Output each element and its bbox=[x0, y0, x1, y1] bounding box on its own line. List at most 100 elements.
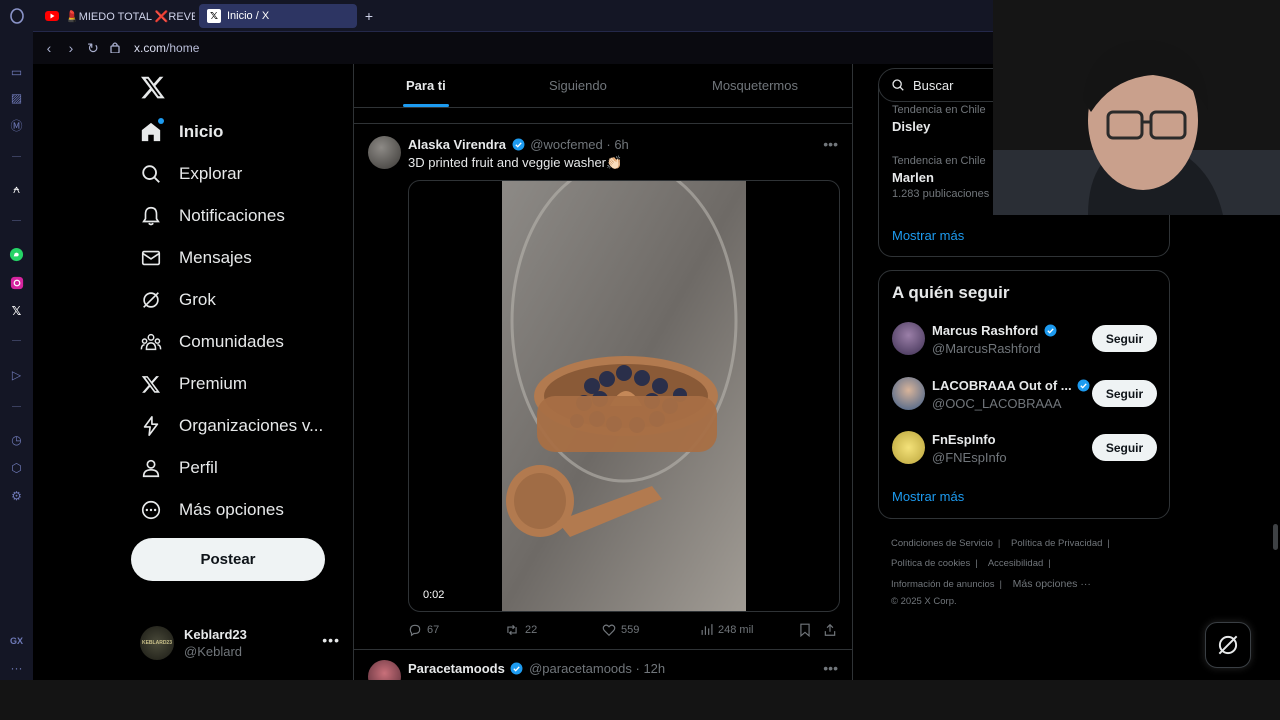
account-handle: @Keblard bbox=[184, 644, 243, 659]
twitch-icon[interactable]: ▨ bbox=[8, 89, 25, 106]
footer-link[interactable]: Accesibilidad bbox=[988, 558, 1043, 569]
follow-button[interactable]: Seguir bbox=[1092, 434, 1157, 461]
whatsapp-icon[interactable] bbox=[8, 246, 25, 263]
video-frame[interactable] bbox=[502, 181, 746, 612]
bottom-bar bbox=[0, 680, 1280, 720]
sidebar-more-icon[interactable]: ··· bbox=[8, 659, 25, 676]
footer-link[interactable]: Información de anuncios bbox=[891, 579, 995, 590]
nav-more-options[interactable]: Más opciones bbox=[139, 495, 284, 525]
like-button[interactable]: 559 bbox=[602, 623, 639, 637]
gx-label[interactable]: GX bbox=[8, 632, 25, 649]
tab-for-you[interactable]: Para ti bbox=[406, 78, 446, 93]
user-name[interactable]: Marcus Rashford bbox=[932, 323, 1059, 338]
m-app-icon[interactable]: Ⓜ bbox=[8, 117, 25, 134]
forward-icon[interactable]: › bbox=[60, 40, 82, 56]
account-name: Keblard23 bbox=[184, 627, 247, 642]
feed-tabs: Para ti Siguiendo Mosquetermos bbox=[354, 64, 852, 108]
tweet-actions: 67 22 559 248 mil bbox=[408, 623, 840, 641]
nav-notifications[interactable]: Notificaciones bbox=[139, 201, 285, 231]
nav-communities[interactable]: Comunidades bbox=[139, 327, 284, 357]
verified-badge-icon bbox=[510, 662, 523, 675]
follow-button[interactable]: Seguir bbox=[1092, 380, 1157, 407]
back-icon[interactable]: ‹ bbox=[38, 40, 60, 56]
tweet-video[interactable]: 0:02 bbox=[408, 180, 840, 612]
footer-more-options[interactable]: Más opciones ··· bbox=[1013, 578, 1091, 590]
avatar: KEBLARD23 bbox=[140, 626, 174, 660]
page-scrollbar[interactable] bbox=[1273, 524, 1278, 550]
tweet-time[interactable]: · 6h bbox=[606, 137, 628, 152]
user-name[interactable]: LACOBRAAA Out of ... bbox=[932, 378, 1092, 393]
nav-home[interactable]: Inicio bbox=[139, 117, 223, 147]
bookmark-button[interactable] bbox=[799, 623, 816, 637]
views-button[interactable]: 248 mil bbox=[700, 623, 753, 636]
tab-youtube[interactable]: 💄MIEDO TOTAL ❌REVE bbox=[37, 4, 195, 28]
retweet-button[interactable]: 22 bbox=[504, 623, 537, 637]
instagram-icon[interactable] bbox=[8, 274, 25, 291]
avatar[interactable] bbox=[892, 377, 925, 410]
x-logo-icon[interactable] bbox=[140, 74, 166, 100]
extensions-icon[interactable]: ⬡ bbox=[8, 459, 25, 476]
tab-x-home[interactable]: 𝕏 Inicio / X bbox=[199, 4, 357, 28]
user-name[interactable]: FnEspInfo bbox=[932, 432, 996, 447]
search-icon bbox=[892, 79, 904, 91]
reply-button[interactable]: 67 bbox=[408, 623, 439, 637]
reload-icon[interactable]: ↻ bbox=[82, 40, 104, 57]
nav-verified-orgs[interactable]: Organizaciones v... bbox=[139, 411, 323, 441]
footer-link[interactable]: Política de Privacidad bbox=[1011, 538, 1102, 549]
aria-icon[interactable]: ⍲ bbox=[8, 181, 25, 198]
url-field[interactable]: x.com/home bbox=[134, 41, 199, 55]
suggested-user[interactable]: Marcus Rashford @MarcusRashford Seguir bbox=[892, 322, 1157, 356]
trend-item[interactable]: Tendencia en Chile Marlen 1.283 publicac… bbox=[892, 155, 989, 200]
avatar[interactable] bbox=[368, 660, 401, 680]
avatar[interactable] bbox=[368, 136, 401, 169]
tweet-author-handle[interactable]: @paracetamoods bbox=[529, 661, 632, 676]
user-handle[interactable]: @OOC_LACOBRAAA bbox=[932, 396, 1062, 411]
avatar[interactable] bbox=[892, 431, 925, 464]
footer-link[interactable]: Condiciones de Servicio bbox=[891, 538, 993, 549]
tweet-author-handle[interactable]: @wocfemed bbox=[530, 137, 602, 152]
user-handle[interactable]: @FNEspInfo bbox=[932, 450, 1007, 465]
tweet-author-name[interactable]: Alaska Virendra bbox=[408, 137, 506, 152]
more-horizontal-icon[interactable]: ••• bbox=[322, 632, 340, 648]
bell-icon bbox=[139, 204, 163, 228]
follow-button[interactable]: Seguir bbox=[1092, 325, 1157, 352]
footer-link[interactable]: Política de cookies bbox=[891, 558, 970, 569]
tab-list[interactable]: Mosquetermos bbox=[712, 78, 798, 93]
tweet-more-icon[interactable]: ••• bbox=[823, 136, 838, 152]
account-switcher[interactable]: KEBLARD23 Keblard23 @Keblard ••• bbox=[140, 626, 340, 660]
suggested-user[interactable]: LACOBRAAA Out of ... @OOC_LACOBRAAA Segu… bbox=[892, 377, 1157, 411]
nav-label: Mensajes bbox=[179, 248, 252, 267]
messenger-icon[interactable]: ▭ bbox=[8, 63, 25, 80]
new-tab-button[interactable]: + bbox=[359, 4, 379, 28]
nav-explore[interactable]: Explorar bbox=[139, 159, 242, 189]
nav-grok[interactable]: Grok bbox=[139, 285, 216, 315]
tweet-time[interactable]: · 12h bbox=[636, 661, 666, 676]
player-icon[interactable]: ▷ bbox=[8, 366, 25, 383]
tweet[interactable]: Paracetamoods @paracetamoods · 12h ••• bbox=[354, 649, 852, 680]
tweet-more-icon[interactable]: ••• bbox=[823, 660, 838, 676]
people-icon bbox=[139, 330, 163, 354]
tweet-author-name[interactable]: Paracetamoods bbox=[408, 661, 505, 676]
post-button[interactable]: Postear bbox=[131, 538, 325, 581]
who-to-follow-show-more-link[interactable]: Mostrar más bbox=[892, 489, 964, 504]
lock-icon[interactable] bbox=[104, 40, 126, 56]
suggested-user[interactable]: FnEspInfo @FNEspInfo Seguir bbox=[892, 431, 1157, 465]
x-app-icon[interactable]: 𝕏 bbox=[8, 302, 25, 319]
avatar[interactable] bbox=[892, 322, 925, 355]
nav-messages[interactable]: Mensajes bbox=[139, 243, 252, 273]
search-placeholder: Buscar bbox=[913, 77, 954, 93]
history-icon[interactable]: ◷ bbox=[8, 431, 25, 448]
opera-logo-icon[interactable] bbox=[8, 7, 25, 24]
grok-float-button[interactable] bbox=[1205, 622, 1251, 668]
share-button[interactable] bbox=[823, 623, 842, 637]
nav-profile[interactable]: Perfil bbox=[139, 453, 218, 483]
nav-premium[interactable]: Premium bbox=[139, 369, 247, 399]
trends-show-more-link[interactable]: Mostrar más bbox=[892, 228, 964, 243]
search-icon bbox=[139, 162, 163, 186]
settings-icon[interactable]: ⚙ bbox=[8, 487, 25, 504]
youtube-icon bbox=[45, 9, 59, 23]
user-handle[interactable]: @MarcusRashford bbox=[932, 341, 1041, 356]
trend-item[interactable]: Tendencia en Chile Disley bbox=[892, 104, 986, 134]
trend-count: 1.283 publicaciones bbox=[892, 188, 990, 200]
tab-following[interactable]: Siguiendo bbox=[549, 78, 607, 93]
